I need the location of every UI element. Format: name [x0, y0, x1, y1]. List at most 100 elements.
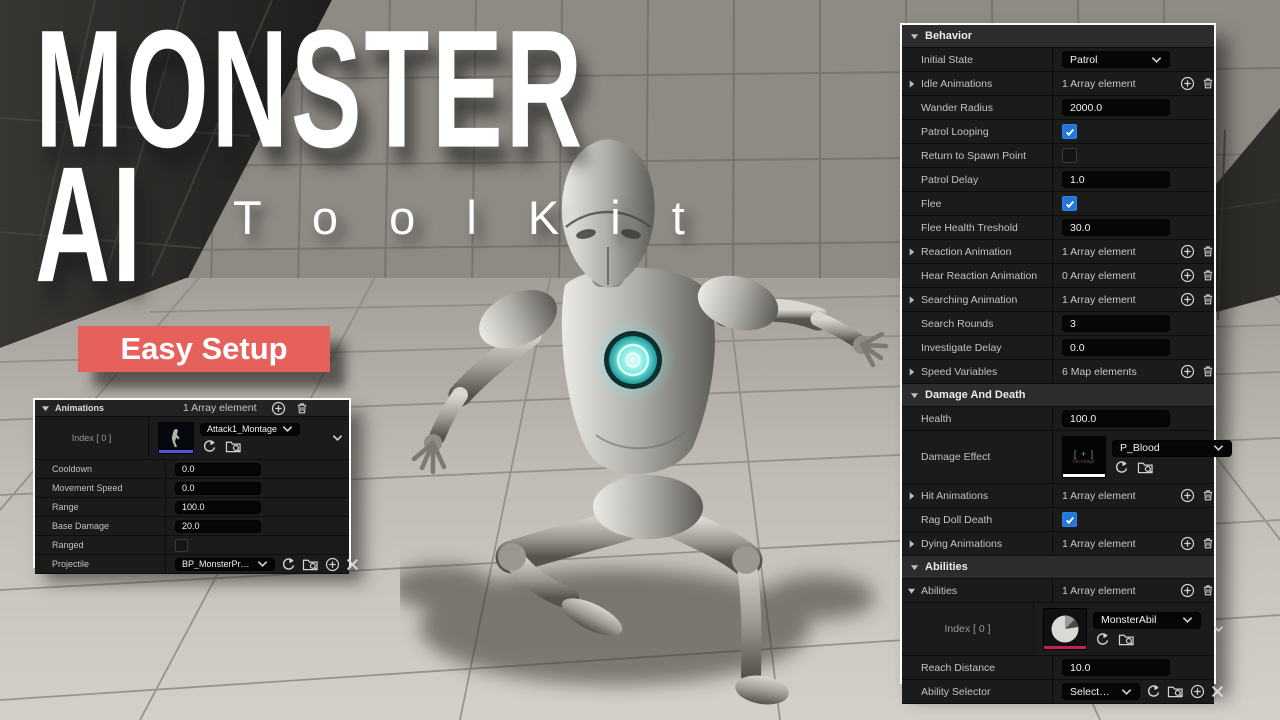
initial-state-dropdown[interactable]: Patrol [1062, 51, 1170, 68]
index-0-asset-dropdown[interactable]: Attack1_Montage [200, 423, 300, 436]
use-selected-arrow-icon[interactable] [1095, 632, 1110, 647]
title-subtitle-toolkit: T o o l K i t [233, 190, 704, 245]
promo-screenshot: MONSTER AI T o o l K i t Easy Setup Anim… [0, 0, 1280, 720]
trash-icon[interactable] [1201, 244, 1215, 259]
triangle-right-icon[interactable] [907, 79, 916, 88]
plus-circle-icon[interactable] [325, 557, 340, 572]
triangle-down-icon[interactable] [910, 563, 919, 572]
range-input[interactable]: 100.0 [175, 501, 261, 514]
property-label-rag-doll-death: Rag Doll Death [902, 508, 1053, 531]
wander-radius-input[interactable]: 2000.0 [1062, 99, 1170, 116]
triangle-right-icon[interactable] [907, 247, 916, 256]
noimage-thumbnail[interactable]: [ + ]No image [1062, 436, 1106, 478]
property-label-text: Ability Selector [921, 686, 990, 698]
browse-asset-icon[interactable] [302, 557, 319, 572]
clear-x-icon[interactable] [346, 558, 359, 571]
plus-circle-icon[interactable] [1180, 292, 1195, 307]
section-header-abilities[interactable]: Abilities [902, 556, 1214, 579]
property-label-ability-selector: Ability Selector [902, 680, 1053, 703]
trash-icon[interactable] [1201, 268, 1215, 283]
plus-circle-icon[interactable] [1190, 684, 1205, 699]
index-0-asset-dropdown[interactable]: MonsterAbil [1093, 612, 1201, 629]
projectile-dropdown[interactable]: BP_MonsterProjectile [175, 558, 275, 571]
trash-icon[interactable] [1201, 364, 1215, 379]
patrol-looping-checkbox[interactable] [1062, 124, 1077, 139]
clear-x-icon[interactable] [1211, 685, 1224, 698]
plus-circle-icon[interactable] [1180, 76, 1195, 91]
thumbnail-underline-bar [1063, 474, 1105, 477]
plus-circle-icon[interactable] [1180, 244, 1195, 259]
anim-thumbnail[interactable] [158, 422, 194, 454]
use-selected-arrow-icon[interactable] [1146, 684, 1161, 699]
plus-circle-icon[interactable] [1180, 488, 1195, 503]
plus-circle-icon[interactable] [271, 401, 286, 416]
cooldown-input[interactable]: 0.0 [175, 463, 261, 476]
property-value-patrol-delay: 1.0 [1053, 168, 1214, 191]
return-to-spawn-point-checkbox[interactable] [1062, 148, 1077, 163]
property-row-flee: Flee [902, 192, 1214, 216]
property-value-initial-state: Patrol [1053, 48, 1214, 71]
index-0-asset-dropdown-value: Attack1_Montage [207, 424, 277, 434]
reach-distance-input[interactable]: 10.0 [1062, 659, 1170, 676]
movement-speed-input[interactable]: 0.0 [175, 482, 261, 495]
property-row-dying-animations: Dying Animations1 Array element [902, 532, 1214, 556]
triangle-down-icon[interactable] [41, 404, 50, 413]
search-rounds-input[interactable]: 3 [1062, 315, 1170, 332]
property-value-cooldown: 0.0 [166, 460, 349, 478]
trash-icon[interactable] [1201, 583, 1215, 598]
property-row-hear-reaction-animation: Hear Reaction Animation0 Array element [902, 264, 1214, 288]
array-header-animations[interactable]: Animations1 Array element [35, 400, 349, 417]
section-title: Abilities [925, 561, 968, 573]
browse-asset-icon[interactable] [1167, 684, 1184, 699]
array-count: 1 Array element [1062, 538, 1174, 550]
property-row-wander-radius: Wander Radius 2000.0 [902, 96, 1214, 120]
triangle-down-icon[interactable] [910, 391, 919, 400]
triangle-down-icon[interactable] [910, 32, 919, 41]
health-input[interactable]: 100.0 [1062, 410, 1170, 427]
trash-icon[interactable] [1201, 76, 1215, 91]
property-value-index-0: MonsterAbil [1034, 603, 1214, 655]
property-label-text: Ranged [52, 540, 84, 550]
triangle-right-icon[interactable] [907, 491, 916, 500]
patrol-delay-input[interactable]: 1.0 [1062, 171, 1170, 188]
damage-effect-asset-dropdown[interactable]: P_Blood [1112, 440, 1232, 457]
plus-circle-icon[interactable] [1180, 536, 1195, 551]
triangle-right-icon[interactable] [907, 295, 916, 304]
flee-health-treshold-input[interactable]: 30.0 [1062, 219, 1170, 236]
trash-icon[interactable] [1201, 292, 1215, 307]
trash-icon[interactable] [1201, 488, 1215, 503]
property-row-ranged: Ranged [35, 536, 349, 555]
plus-circle-icon[interactable] [1180, 583, 1195, 598]
triangle-right-icon[interactable] [907, 367, 916, 376]
triangle-right-icon[interactable] [907, 539, 916, 548]
use-selected-arrow-icon[interactable] [281, 557, 296, 572]
investigate-delay-input[interactable]: 0.0 [1062, 339, 1170, 356]
chevron-down-icon [282, 425, 293, 433]
use-selected-arrow-icon[interactable] [202, 439, 217, 454]
pie-thumbnail[interactable] [1043, 608, 1087, 650]
trash-icon[interactable] [1201, 536, 1215, 551]
flee-checkbox[interactable] [1062, 196, 1077, 211]
plus-circle-icon[interactable] [1180, 268, 1195, 283]
property-row-projectile: ProjectileBP_MonsterProjectile [35, 555, 349, 574]
chevron-down-icon[interactable] [1213, 625, 1224, 633]
property-label-text: Return to Spawn Point [921, 150, 1026, 162]
browse-asset-icon[interactable] [225, 439, 242, 454]
browse-asset-icon[interactable] [1118, 632, 1135, 647]
use-selected-arrow-icon[interactable] [1114, 460, 1129, 475]
plus-circle-icon[interactable] [1180, 364, 1195, 379]
section-header-behavior[interactable]: Behavior [902, 25, 1214, 48]
ability-selector-dropdown[interactable]: SelectRan [1062, 683, 1140, 700]
property-label-text: Health [921, 413, 951, 425]
trash-icon[interactable] [295, 401, 309, 416]
browse-asset-icon[interactable] [1137, 460, 1154, 475]
rag-doll-death-checkbox[interactable] [1062, 512, 1077, 527]
chevron-down-icon[interactable] [332, 434, 343, 442]
title-line-ai: AI [35, 142, 143, 307]
triangle-down-icon[interactable] [907, 586, 916, 595]
ranged-checkbox[interactable] [175, 539, 188, 552]
base-damage-input[interactable]: 20.0 [175, 520, 261, 533]
property-label-text: Wander Radius [921, 102, 993, 114]
section-header-damage-and-death[interactable]: Damage And Death [902, 384, 1214, 407]
property-value-damage-effect: [ + ]No imageP_Blood [1053, 431, 1214, 483]
